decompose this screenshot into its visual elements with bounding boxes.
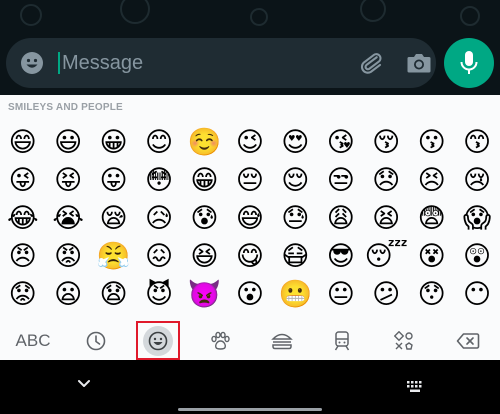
emoji-key[interactable]: 😱 (454, 199, 499, 237)
emoji-key[interactable]: 😕 (364, 275, 409, 313)
emoji-key[interactable]: 😡 (45, 237, 90, 275)
emoji-key[interactable]: 😮 (227, 275, 272, 313)
microphone-icon (460, 51, 478, 74)
emoji-key[interactable]: 😐 (318, 275, 363, 313)
animals-category-button[interactable] (204, 321, 236, 360)
emoji-key[interactable]: 😅 (227, 199, 272, 237)
emoji-key[interactable]: 😬 (273, 275, 318, 313)
system-navigation-bar (0, 360, 500, 414)
emoji-key[interactable]: 😛 (91, 161, 136, 199)
emoji-key[interactable]: 😷 (273, 237, 318, 275)
emoji-key[interactable]: 😳 (136, 161, 181, 199)
wallpaper-doodle (460, 6, 480, 26)
emoji-key[interactable]: 😗 (409, 123, 454, 161)
emoji-key[interactable]: 😢 (454, 161, 499, 199)
emoji-key[interactable]: 😶 (454, 275, 499, 313)
emoji-key[interactable]: 😩 (318, 199, 363, 237)
emoji-key[interactable]: 😧 (91, 275, 136, 313)
emoji-key[interactable]: 😲 (454, 237, 499, 275)
keyboard-switch-icon[interactable] (406, 380, 426, 394)
emoji-key[interactable]: 😭 (45, 199, 90, 237)
emoji-key[interactable]: 😠 (0, 237, 45, 275)
animals-paw-icon (211, 331, 230, 350)
emoji-key[interactable]: 😎 (318, 237, 363, 275)
emoji-key[interactable]: ☺️ (182, 123, 227, 161)
abc-keyboard-button[interactable]: ABC (8, 321, 58, 360)
emoji-key[interactable]: 😣 (409, 161, 454, 199)
paperclip-icon[interactable] (358, 50, 384, 76)
emoji-key[interactable]: 😃 (45, 123, 90, 161)
symbols-icon (394, 330, 413, 350)
camera-icon[interactable] (406, 51, 432, 75)
smileys-icon (148, 331, 168, 350)
emoji-key[interactable]: 😪 (91, 199, 136, 237)
emoji-key[interactable]: 😟 (0, 275, 45, 313)
emoji-key[interactable]: 😞 (364, 161, 409, 199)
home-indicator[interactable] (178, 408, 322, 411)
emoji-key[interactable]: 😫 (364, 199, 409, 237)
chevron-down-icon[interactable] (76, 378, 92, 390)
emoji-key[interactable]: 😙 (454, 123, 499, 161)
emoji-key[interactable]: 😤 (91, 237, 136, 275)
emoji-key[interactable]: 😨 (409, 199, 454, 237)
wallpaper-doodle (250, 8, 268, 26)
backspace-button[interactable] (450, 321, 486, 360)
emoji-key[interactable]: 😈 (136, 275, 181, 313)
emoji-keyboard: SMILEYS AND PEOPLE 😄 😃 😀 😊 ☺️ 😉 😍 😘 😚 😗 😙 😜 😝 😛 😳 😁 😔 😌 😒 😞… (0, 95, 500, 360)
emoji-key[interactable]: 😊 (136, 123, 181, 161)
message-composer (6, 38, 436, 88)
wallpaper-doodle (120, 0, 150, 24)
emoji-key[interactable]: 😦 (45, 275, 90, 313)
emoji-key[interactable]: 😜 (0, 161, 45, 199)
travel-train-icon (334, 330, 350, 350)
emoji-key[interactable]: 😁 (182, 161, 227, 199)
emoji-key[interactable]: 😀 (91, 123, 136, 161)
food-category-button[interactable] (266, 321, 298, 360)
emoji-key[interactable]: 😥 (136, 199, 181, 237)
food-burger-icon (271, 333, 293, 349)
emoji-key[interactable]: 😄 (0, 123, 45, 161)
wallpaper-doodle (360, 0, 386, 22)
symbols-category-button[interactable] (388, 321, 420, 360)
emoji-category-bar: ABC (0, 321, 500, 360)
emoji-key[interactable]: 😖 (136, 237, 181, 275)
emoji-key[interactable]: 😝 (45, 161, 90, 199)
emoji-key[interactable]: 😚 (364, 123, 409, 161)
emoji-key[interactable]: 😆 (182, 237, 227, 275)
emoji-key[interactable]: 😰 (182, 199, 227, 237)
recent-category-button[interactable] (80, 321, 112, 360)
emoji-key[interactable]: 😓 (273, 199, 318, 237)
emoji-key[interactable]: 😍 (273, 123, 318, 161)
message-input[interactable] (62, 46, 332, 80)
emoji-key[interactable]: 👿 (182, 275, 227, 313)
backspace-icon (456, 332, 480, 349)
emoji-key[interactable]: 😒 (318, 161, 363, 199)
text-cursor (58, 52, 60, 74)
chat-background (0, 0, 500, 95)
emoji-key[interactable]: 😴 (364, 237, 409, 275)
smileys-category-button[interactable] (136, 321, 180, 360)
emoji-key[interactable]: 😵 (409, 237, 454, 275)
emoji-key[interactable]: 😌 (273, 161, 318, 199)
emoji-key[interactable]: 😔 (227, 161, 272, 199)
travel-category-button[interactable] (326, 321, 358, 360)
emoji-key[interactable]: 😂 (0, 199, 45, 237)
selected-category-indicator (143, 325, 173, 356)
wallpaper-doodle (20, 4, 42, 26)
emoji-key[interactable]: 😯 (409, 275, 454, 313)
emoji-key[interactable]: 😋 (227, 237, 272, 275)
emoji-key[interactable]: 😘 (318, 123, 363, 161)
emoji-section-title: SMILEYS AND PEOPLE (8, 102, 123, 113)
emoji-grid: 😄 😃 😀 😊 ☺️ 😉 😍 😘 😚 😗 😙 😜 😝 😛 😳 😁 😔 😌 😒 😞 😣 😢 😂 😭 😪 😥 😰 😅 😓 😩 😫 😨 😱 😠 😡 😤 😖 😆 😋… (0, 123, 500, 313)
recent-clock-icon (86, 331, 106, 350)
smiley-icon[interactable] (20, 51, 44, 75)
voice-record-button[interactable] (444, 38, 494, 88)
emoji-key[interactable]: 😉 (227, 123, 272, 161)
